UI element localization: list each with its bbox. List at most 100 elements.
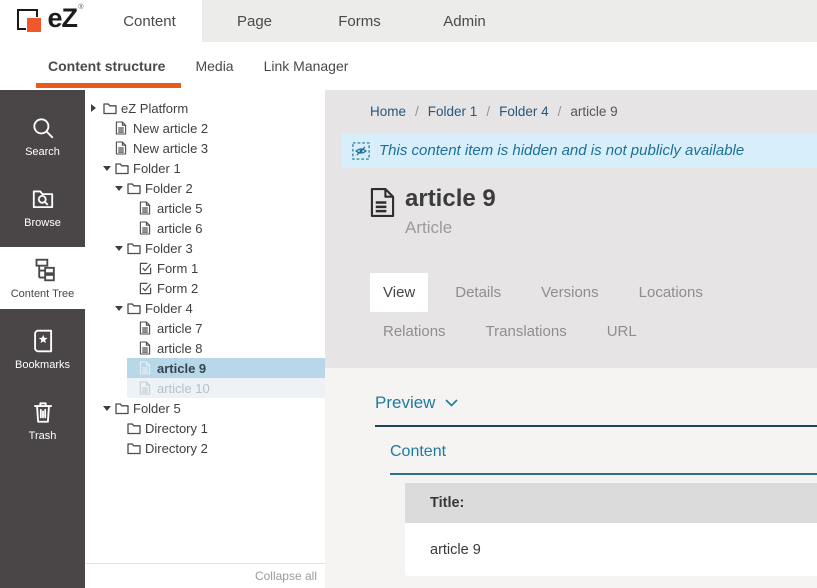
content-tab-label: Versions (541, 284, 599, 301)
sub-nav-item[interactable]: Link Manager (264, 42, 349, 90)
sidebar-item[interactable]: Search (0, 105, 85, 167)
tree-item[interactable]: article 9 (127, 358, 325, 378)
folder-icon (127, 442, 143, 455)
tree-item-label: article 8 (157, 341, 203, 356)
article-icon (115, 121, 131, 135)
preview-section-toggle[interactable]: Preview (375, 393, 817, 427)
tree-item[interactable]: article 8 (127, 338, 325, 358)
content-tab-label: Translations (486, 323, 567, 340)
main-nav-tab[interactable]: Forms (307, 0, 412, 42)
logo-registered-mark: ® (78, 4, 83, 11)
content-tab-label: Details (455, 284, 501, 301)
search-icon (30, 115, 56, 141)
tree-expander-icon[interactable] (115, 186, 127, 191)
tree-item[interactable]: New article 2 (103, 118, 325, 138)
sub-nav-item[interactable]: Media (195, 42, 233, 90)
tree-item[interactable]: article 6 (127, 218, 325, 238)
tree-expander-icon[interactable] (115, 246, 127, 251)
tree-item[interactable]: Folder 3 (115, 238, 325, 258)
tree-item-label: New article 2 (133, 121, 208, 136)
tree-expander-icon[interactable] (103, 406, 115, 411)
collapse-all-button[interactable]: Collapse all (255, 569, 317, 583)
breadcrumb-link[interactable]: Folder 4 (499, 104, 549, 119)
content-tab-label: Relations (383, 323, 446, 340)
sidebar-item[interactable]: Content Tree (0, 247, 85, 309)
sidebar-item[interactable]: Bookmarks (0, 318, 85, 380)
tree-item[interactable]: Folder 4 (115, 298, 325, 318)
ez-logo: eZ ® (17, 6, 81, 36)
article-type-icon (370, 187, 395, 268)
sidebar-item[interactable]: Browse (0, 176, 85, 238)
field-value-row: article 9 (405, 523, 817, 576)
content-tabs: View Details Versions Locations Relation… (325, 268, 817, 368)
main-nav-tab[interactable]: Admin (412, 0, 517, 42)
sub-nav-item-label: Link Manager (264, 58, 349, 74)
sub-nav-item[interactable]: Content structure (48, 42, 165, 90)
tree-item[interactable]: Form 2 (127, 278, 325, 298)
breadcrumb-separator: / (558, 104, 562, 119)
main-nav-tab-label: Forms (338, 13, 381, 30)
tree-item[interactable]: Directory 2 (115, 438, 325, 458)
content-tab[interactable]: Translations (473, 312, 580, 351)
top-bar: eZ ® Content Page Forms Admin (0, 0, 817, 42)
sub-nav-item-label: Content structure (48, 58, 165, 74)
tree-expander-icon[interactable] (103, 166, 115, 171)
content-tab[interactable]: Details (442, 273, 514, 312)
logo-block[interactable]: eZ ® (0, 0, 97, 42)
folder-icon (103, 102, 119, 115)
trash-icon (30, 399, 56, 425)
tree-item[interactable]: eZ Platform (91, 98, 325, 118)
preview-content-heading: Content (390, 443, 817, 475)
main-nav-tab-label: Admin (443, 13, 486, 30)
breadcrumb-current: article 9 (570, 104, 617, 119)
breadcrumb: Home / Folder 1 / Folder 4 / article 9 (325, 90, 817, 133)
tree-item[interactable]: Directory 1 (115, 418, 325, 438)
browse-icon (30, 186, 56, 212)
view-tab-content: Preview Content Title: article 9 (325, 368, 817, 588)
tree-item[interactable]: article 7 (127, 318, 325, 338)
breadcrumb-separator: / (486, 104, 490, 119)
tree-item[interactable]: Folder 5 (103, 398, 325, 418)
tree-item-label: eZ Platform (121, 101, 188, 116)
tree-item[interactable]: article 10 (127, 378, 325, 398)
content-tree-icon (30, 257, 56, 283)
tree-item[interactable]: Form 1 (127, 258, 325, 278)
tree-item-label: Folder 1 (133, 161, 181, 176)
content-tab[interactable]: Versions (528, 273, 612, 312)
main-nav-tab[interactable]: Page (202, 0, 307, 42)
tree-item-label: article 10 (157, 381, 210, 396)
tree-item[interactable]: Folder 1 (103, 158, 325, 178)
content-tab[interactable]: Relations (370, 312, 459, 351)
tree-item[interactable]: New article 3 (103, 138, 325, 158)
tree-item[interactable]: Folder 2 (115, 178, 325, 198)
sidebar-item[interactable]: Trash (0, 389, 85, 451)
article-icon (139, 321, 155, 335)
main-nav-tab-label: Content (123, 13, 176, 30)
tree-item-label: Form 2 (157, 281, 198, 296)
content-tab[interactable]: URL (594, 312, 650, 351)
logo-text: eZ (48, 3, 78, 34)
tree-footer: Collapse all (85, 563, 325, 588)
article-icon (139, 341, 155, 355)
form-icon (139, 262, 155, 275)
breadcrumb-link[interactable]: Home (370, 104, 406, 119)
tree-item-label: New article 3 (133, 141, 208, 156)
tree-expander-icon[interactable] (91, 104, 103, 112)
left-sidebar: Search Browse Content Tree Bookmarks Tra… (0, 90, 85, 588)
content-type-label: Article (405, 218, 496, 238)
breadcrumb-link[interactable]: Folder 1 (428, 104, 478, 119)
tree-item[interactable]: article 5 (127, 198, 325, 218)
content-tab[interactable]: Locations (626, 273, 716, 312)
logo-square-orange (26, 17, 42, 33)
folder-icon (127, 422, 143, 435)
hidden-eye-icon (352, 142, 370, 160)
content-tab[interactable]: View (370, 273, 428, 312)
sidebar-item-label: Browse (24, 217, 61, 229)
main-nav-tab[interactable]: Content (97, 0, 202, 42)
page-title: article 9 (405, 184, 496, 214)
tree-expander-icon[interactable] (115, 306, 127, 311)
folder-icon (127, 182, 143, 195)
main-panel: Home / Folder 1 / Folder 4 / article 9 T… (325, 90, 817, 588)
sidebar-item-label: Trash (29, 430, 57, 442)
field-label: Title: (430, 495, 464, 511)
